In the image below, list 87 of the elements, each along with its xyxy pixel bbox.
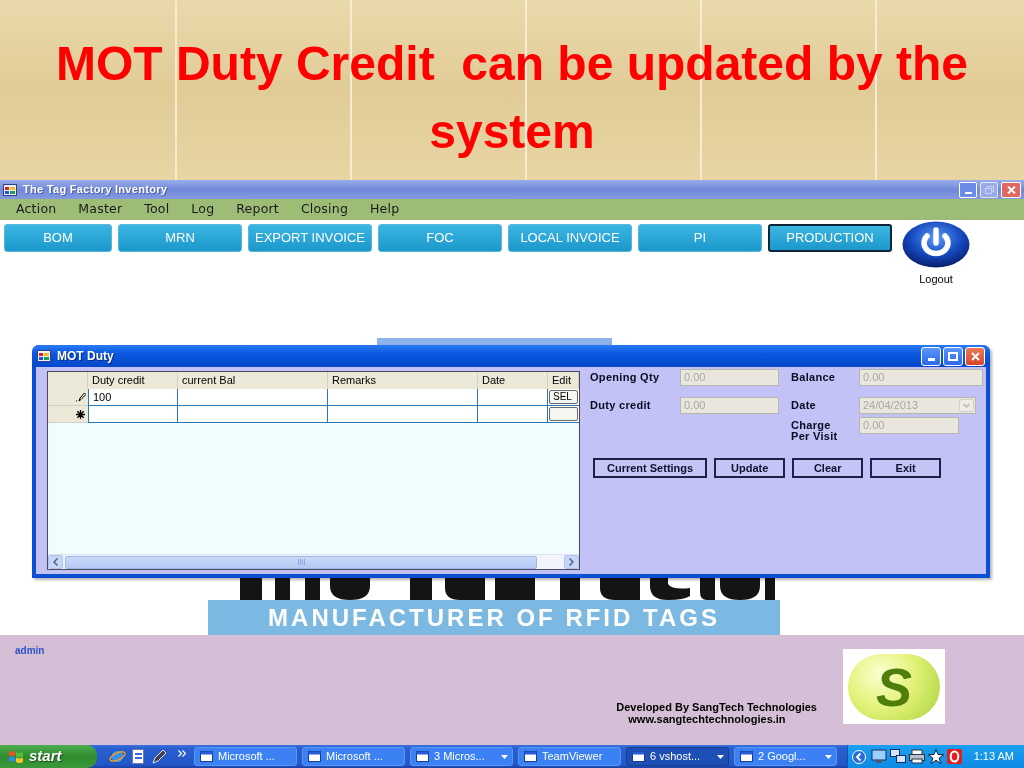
power-icon bbox=[902, 221, 970, 268]
logout-button[interactable]: Logout bbox=[902, 221, 970, 286]
asterisk-icon bbox=[76, 409, 85, 419]
grid-cell[interactable] bbox=[328, 389, 478, 406]
close-icon bbox=[1006, 185, 1016, 194]
menu-item[interactable]: Help bbox=[370, 200, 400, 219]
field-label: Duty credit bbox=[590, 400, 652, 411]
close-icon bbox=[970, 351, 980, 361]
menu-item[interactable]: Closing bbox=[300, 200, 348, 219]
taskbar-button[interactable]: Microsoft ... bbox=[302, 747, 405, 766]
menu-item[interactable]: Log bbox=[191, 200, 215, 219]
close-button[interactable] bbox=[1001, 181, 1021, 198]
caret-icon bbox=[959, 399, 974, 412]
menu-item[interactable]: Tool bbox=[144, 200, 170, 219]
planet-icon[interactable] bbox=[109, 748, 126, 765]
document-icon[interactable] bbox=[130, 748, 147, 765]
grid-cell[interactable]: 100 bbox=[88, 389, 178, 406]
pencil-icon bbox=[76, 392, 86, 402]
maximize-icon bbox=[948, 351, 958, 361]
scroll-left-button[interactable] bbox=[48, 555, 63, 569]
flag-icon bbox=[8, 749, 24, 764]
grid-cell[interactable] bbox=[328, 406, 478, 423]
window-title: The Tag Factory Inventory bbox=[23, 182, 168, 198]
taskbar-button[interactable]: 6 vshost... bbox=[626, 747, 729, 766]
menu-item[interactable]: Master bbox=[78, 200, 123, 219]
slide-title: MOT Duty Credit can be updated by the system bbox=[54, 36, 970, 160]
minimize-button[interactable] bbox=[921, 346, 941, 366]
grid-cell[interactable] bbox=[178, 389, 328, 406]
menu-item[interactable]: Report bbox=[236, 200, 279, 219]
restore-icon bbox=[984, 185, 994, 194]
field-label: Opening Qty bbox=[590, 372, 661, 383]
edit-button[interactable]: SEL bbox=[549, 390, 578, 404]
minimize-button[interactable] bbox=[959, 181, 977, 198]
overlapping-windows-icon[interactable] bbox=[889, 749, 906, 764]
minimize-icon bbox=[964, 191, 972, 194]
chevron-left-icon bbox=[53, 558, 58, 566]
taskbar-button[interactable]: 2 Googl... bbox=[734, 747, 837, 766]
website-url: www.sangtechtechnologies.in bbox=[628, 713, 787, 725]
double-chevron-icon[interactable] bbox=[178, 750, 186, 757]
printer-icon[interactable] bbox=[908, 749, 925, 764]
developer-credit: Developed By SangTech Technologies bbox=[616, 701, 817, 713]
taskbar-button[interactable]: TeamViewer bbox=[518, 747, 621, 766]
window-icon bbox=[740, 751, 753, 762]
logo-tagline: MANUFACTURER OF RFID TAGS bbox=[208, 600, 780, 635]
scroll-right-button[interactable] bbox=[564, 555, 579, 569]
window-icon bbox=[200, 751, 213, 762]
pen-icon[interactable] bbox=[151, 748, 168, 765]
window-icon bbox=[308, 751, 321, 762]
caret-icon bbox=[717, 754, 724, 759]
dialog-button[interactable]: Clear bbox=[792, 458, 864, 478]
grid-cell[interactable] bbox=[478, 406, 548, 423]
horizontal-scrollbar[interactable] bbox=[48, 554, 579, 569]
chevron-left-icon[interactable] bbox=[851, 749, 866, 764]
grid-cell[interactable] bbox=[88, 406, 178, 423]
taskbar-button[interactable]: 3 Micros... bbox=[410, 747, 513, 766]
window-icon bbox=[416, 751, 429, 762]
field-label: Balance bbox=[791, 372, 837, 383]
start-button[interactable]: start bbox=[0, 745, 97, 768]
grid-cell[interactable] bbox=[178, 406, 328, 423]
monitor-icon[interactable] bbox=[870, 749, 887, 764]
taskbar-button[interactable]: Microsoft ... bbox=[194, 747, 297, 766]
star-icon[interactable] bbox=[927, 749, 944, 764]
grid-cell[interactable] bbox=[478, 389, 548, 406]
field-label: Date bbox=[791, 400, 818, 411]
window-icon bbox=[632, 751, 645, 762]
field-label: Charge Per Visit bbox=[791, 420, 839, 442]
dialog-button[interactable]: Update bbox=[714, 458, 786, 478]
company-logo: S bbox=[843, 649, 945, 724]
grip-icon bbox=[297, 559, 305, 565]
row-header[interactable] bbox=[48, 406, 88, 423]
scrollbar-thumb[interactable] bbox=[65, 555, 537, 569]
window-icon bbox=[524, 751, 537, 762]
chevron-right-icon bbox=[569, 558, 574, 566]
close-button[interactable] bbox=[965, 346, 985, 366]
user-name-label: admin bbox=[15, 644, 45, 658]
caret-icon bbox=[501, 754, 508, 759]
caret-icon bbox=[825, 754, 832, 759]
minimize-icon bbox=[927, 357, 935, 361]
dialog-button[interactable]: Current Settings bbox=[593, 458, 708, 478]
menu-item[interactable]: Action bbox=[16, 200, 57, 219]
window-icon bbox=[37, 350, 51, 362]
clock: 1:13 AM bbox=[973, 749, 1014, 765]
dialog-button[interactable]: Exit bbox=[870, 458, 942, 478]
dialog-title: MOT Duty bbox=[57, 348, 114, 365]
window-icon bbox=[3, 183, 17, 196]
ring-icon[interactable] bbox=[946, 749, 962, 764]
maximize-button[interactable] bbox=[943, 346, 963, 366]
